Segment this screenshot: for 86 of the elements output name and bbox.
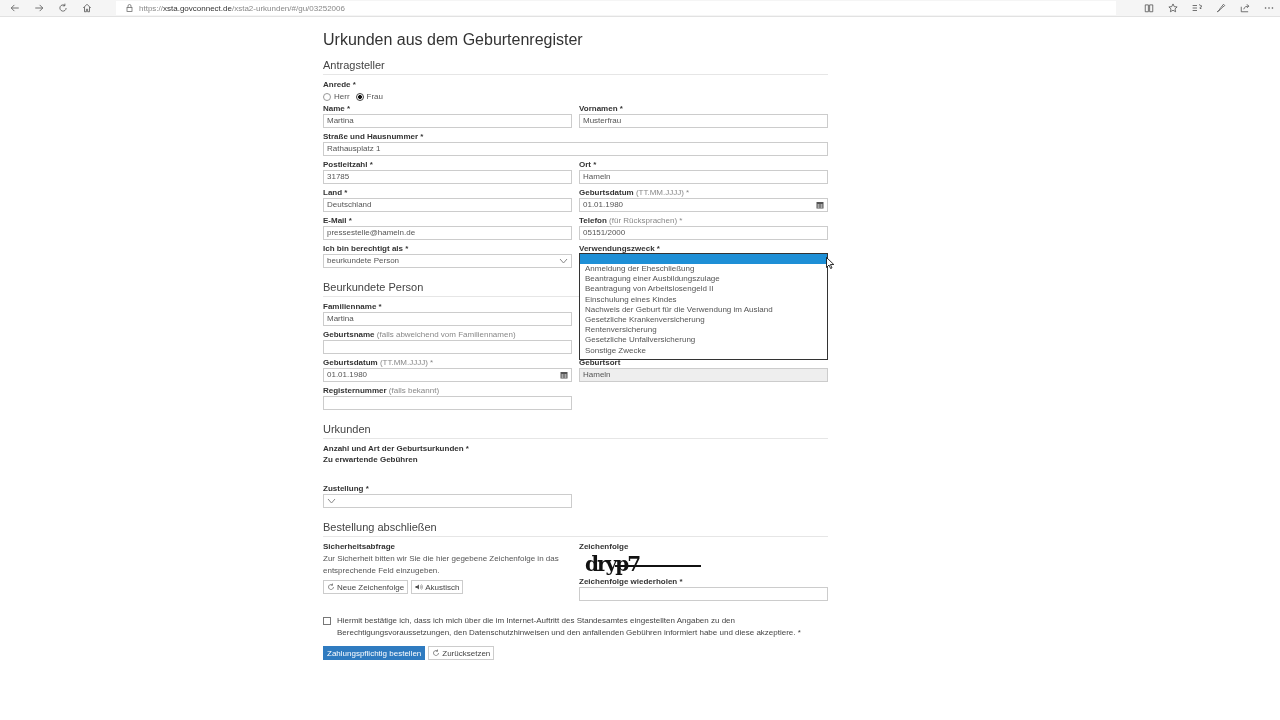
dropdown-list[interactable]: [579, 253, 828, 360]
input-field[interactable]: Musterfrau: [579, 114, 828, 128]
field-label: Geburtsname (falls abweichend vom Familiennamen): [323, 329, 517, 340]
refresh-icon: [432, 649, 441, 657]
section-heading: Bestellung abschließen: [323, 520, 828, 537]
field-label: E-Mail *: [323, 215, 353, 226]
field-label: Anzahl und Art der Geburtsurkunden *: [323, 443, 470, 454]
cursor-icon: [826, 257, 834, 269]
section-heading: Urkunden: [323, 422, 828, 439]
instruction-text: Zur Sicherheit bitten wir Sie die hier gegebene Zeichenfolge in das entsprechende Feld einzugeben.: [323, 553, 560, 577]
book-icon[interactable]: [1144, 3, 1154, 13]
section-heading: Antragsteller: [323, 58, 828, 75]
field-label: Anrede *: [323, 79, 357, 90]
field-label: Zustellung *: [323, 483, 370, 494]
refresh-icon[interactable]: [58, 3, 68, 13]
input-field[interactable]: 31785: [323, 170, 572, 184]
dropdown-option[interactable]: Gesetzliche Krankenversicherung: [580, 315, 827, 326]
url-text[interactable]: https://xsta.govconnect.de/xsta2-urkunden/#/gu/03252006: [139, 3, 345, 13]
new-code-button[interactable]: Neue Zeichenfolge: [323, 580, 409, 594]
order-button[interactable]: Zahlungspflichtig bestellen: [323, 646, 426, 660]
input-field[interactable]: Rathausplatz 1: [323, 142, 828, 156]
input-field[interactable]: Martina: [323, 312, 572, 326]
select-field[interactable]: beurkundete Person: [323, 254, 572, 268]
dropdown-option[interactable]: Sonstige Zwecke: [580, 345, 827, 356]
field-label: Land *: [323, 187, 349, 198]
radio-button[interactable]: [323, 92, 331, 101]
input-field[interactable]: Hameln: [579, 170, 828, 184]
field-label: Verwendungszweck *: [579, 243, 661, 254]
refresh-icon: [327, 583, 335, 591]
address-bar[interactable]: https://xsta.govconnect.de/xsta2-urkunden/#/gu/03252006: [116, 1, 1116, 15]
dropdown-option[interactable]: Rentenversicherung: [580, 325, 827, 336]
field-label: Geburtsdatum (TT.MM.JJJJ) *: [579, 187, 691, 198]
field-label: Telefon (für Rücksprachen) *: [579, 215, 684, 226]
field-label: Zu erwartende Gebühren: [323, 454, 419, 465]
field-label: Zeichenfolge wiederholen *: [579, 576, 684, 587]
input-field[interactable]: [579, 587, 828, 601]
captcha-text: dryp7: [585, 552, 828, 576]
speaker-icon: [415, 583, 424, 591]
input-field[interactable]: Deutschland: [323, 198, 572, 212]
field-label: Geburtsdatum (TT.MM.JJJJ) *: [323, 357, 435, 368]
star-icon[interactable]: [1168, 3, 1178, 13]
reset-button[interactable]: Zurücksetzen: [428, 646, 495, 660]
field-label: Postleitzahl *: [323, 159, 374, 170]
checkbox[interactable]: [323, 617, 331, 625]
input-field[interactable]: 05151/2000: [579, 226, 828, 240]
input-field: Hameln: [579, 368, 828, 382]
dropdown-option[interactable]: Beantragung von Arbeitslosengeld II: [580, 284, 827, 295]
page-title: Urkunden aus dem Geburtenregister: [323, 30, 584, 50]
dropdown-option[interactable]: Einschulung eines Kindes: [580, 294, 827, 305]
field-label: Zeichenfolge: [579, 541, 630, 552]
dropdown-option[interactable]: Nachweis der Geburt für die Verwendung im Ausland: [580, 304, 827, 315]
field-label: Sicherheitsabfrage: [323, 541, 397, 552]
date-field[interactable]: 01.01.1980: [579, 198, 828, 212]
input-field[interactable]: [323, 340, 572, 354]
field-label: Registernummer (falls bekannt): [323, 385, 441, 396]
dropdown-option[interactable]: Anmeldung der Eheschließung: [580, 264, 827, 275]
field-label: Name *: [323, 103, 352, 114]
chevron-down-icon: [327, 498, 336, 504]
audio-button[interactable]: Akustisch: [411, 580, 464, 594]
home-icon[interactable]: [82, 3, 92, 13]
calendar-icon[interactable]: [560, 371, 568, 379]
field-label: Straße und Hausnummer *: [323, 131, 425, 142]
field-label: Geburtsort: [579, 357, 622, 368]
field-label: Vornamen *: [579, 103, 624, 114]
radio-label[interactable]: Frau: [366, 92, 383, 101]
input-field[interactable]: Martina: [323, 114, 572, 128]
input-field[interactable]: [323, 396, 572, 410]
dropdown-option[interactable]: Gesetzliche Unfallversicherung: [580, 335, 827, 346]
chevron-down-icon: [559, 258, 568, 264]
dropdown-option[interactable]: Beantragung einer Ausbildungszulage: [580, 274, 827, 285]
pen-icon[interactable]: [1216, 3, 1226, 13]
consent-text[interactable]: Hiermit bestätige ich, dass ich mich über die im Internet-Auftritt des Standesamtes eingestellten Angaben zu den Berechtigungsvoraussetzungen, den Datenschutzhinweisen und den anfallenden Gebühren informiert habe und diese akzeptiere. *: [337, 615, 827, 639]
field-label: Ich bin berechtigt als *: [323, 243, 410, 254]
lock-icon: [126, 4, 133, 12]
radio-label[interactable]: Herr: [334, 92, 350, 101]
radio-button[interactable]: [355, 92, 364, 101]
select-field[interactable]: [323, 494, 572, 508]
field-label: Ort *: [579, 159, 598, 170]
back-icon[interactable]: [10, 3, 20, 13]
forward-icon[interactable]: [34, 3, 44, 13]
field-label: Familienname *: [323, 301, 383, 312]
calendar-icon[interactable]: [816, 201, 824, 209]
date-field[interactable]: 01.01.1980: [323, 368, 572, 382]
input-field[interactable]: pressestelle@hameln.de: [323, 226, 572, 240]
favorites-icon[interactable]: [1192, 3, 1202, 13]
share-icon[interactable]: [1240, 3, 1250, 13]
